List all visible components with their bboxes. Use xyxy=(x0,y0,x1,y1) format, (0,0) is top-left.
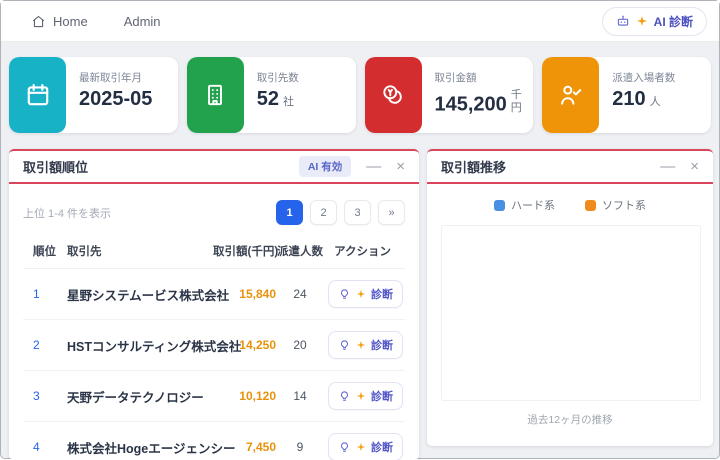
nav-home[interactable]: Home xyxy=(31,14,88,29)
sparkle-icon xyxy=(356,391,366,401)
stat-value: 52社 xyxy=(257,89,299,110)
table-row: 4 株式会社Hogeエージェンシー 7,450 9 診断 xyxy=(23,422,405,460)
diagnose-button[interactable]: 診断 xyxy=(328,331,403,359)
stat-unit: 社 xyxy=(283,96,294,109)
coins-icon xyxy=(365,57,422,133)
page-button-1[interactable]: 1 xyxy=(276,200,303,225)
stat-card-dispatched-workers: 派遣入場者数 210人 xyxy=(542,57,711,133)
rank-cell: 3 xyxy=(23,389,67,403)
amount-cell: 14,250 xyxy=(213,338,276,352)
amount-cell: 15,840 xyxy=(213,287,276,301)
stat-card-latest-month: 最新取引年月 2025-05 xyxy=(9,57,178,133)
diagnose-label: 診断 xyxy=(371,337,393,353)
legend-label: ソフト系 xyxy=(602,197,646,213)
col-action: アクション xyxy=(324,243,405,259)
sparkle-icon xyxy=(356,289,366,299)
top-navbar: Home Admin AI 診断 xyxy=(1,1,719,42)
showing-count-text: 上位 1-4 件を表示 xyxy=(23,205,111,221)
diagnose-label: 診断 xyxy=(371,388,393,404)
trend-panel-title: 取引額推移 xyxy=(441,157,506,176)
pagination: 1 2 3 » xyxy=(276,200,405,225)
rank-cell: 2 xyxy=(23,338,67,352)
sparkle-icon xyxy=(636,15,648,27)
people-cell: 14 xyxy=(276,389,324,403)
minimize-icon[interactable]: — xyxy=(660,159,675,174)
company-cell: 星野システムービス株式会社 xyxy=(67,285,213,304)
trend-chart-area xyxy=(441,225,701,401)
ai-enabled-badge: AI 有効 xyxy=(299,156,351,177)
legend-label: ハード系 xyxy=(511,197,555,213)
stat-value: 145,200千円 xyxy=(435,89,525,116)
lightbulb-icon xyxy=(338,288,351,301)
trend-panel: 取引額推移 — × ハード系 ソフト系 過去12ヶ月の推移 xyxy=(427,149,713,446)
ranking-table: 順位 取引先 取引額(千円) 派遣人数 アクション 1 星野システムービス株式会… xyxy=(23,235,405,460)
home-icon xyxy=(31,14,46,29)
company-cell: HSTコンサルティング株式会社 xyxy=(67,336,213,355)
stat-unit: 千円 xyxy=(511,89,525,114)
stat-label: 取引金額 xyxy=(435,70,525,85)
ranking-panel-header: 取引額順位 AI 有効 — × xyxy=(9,151,419,184)
col-amount: 取引額(千円) xyxy=(213,243,276,259)
ai-diagnosis-button[interactable]: AI 診断 xyxy=(602,7,707,36)
nav-home-label: Home xyxy=(53,14,88,29)
close-icon[interactable]: × xyxy=(690,159,699,174)
lightbulb-icon xyxy=(338,441,351,454)
amount-cell: 10,120 xyxy=(213,389,276,403)
robot-icon xyxy=(616,14,630,28)
sparkle-icon xyxy=(356,340,366,350)
calendar-icon xyxy=(9,57,66,133)
nav-admin[interactable]: Admin xyxy=(124,14,161,29)
rank-cell: 4 xyxy=(23,440,67,454)
legend-swatch-soft xyxy=(585,200,596,211)
col-rank: 順位 xyxy=(23,243,67,259)
legend-item-soft: ソフト系 xyxy=(585,197,646,213)
lightbulb-icon xyxy=(338,339,351,352)
sparkle-icon xyxy=(356,442,366,452)
minimize-icon[interactable]: — xyxy=(366,159,381,174)
stat-unit: 人 xyxy=(650,96,661,109)
lightbulb-icon xyxy=(338,390,351,403)
people-cell: 20 xyxy=(276,338,324,352)
building-icon xyxy=(187,57,244,133)
diagnose-button[interactable]: 診断 xyxy=(328,433,403,460)
chart-footer-text: 過去12ヶ月の推移 xyxy=(427,412,713,427)
ai-diagnosis-label: AI 診断 xyxy=(654,13,693,30)
stat-value: 2025-05 xyxy=(79,89,156,110)
stat-label: 取引先数 xyxy=(257,70,299,85)
ranking-panel: 取引額順位 AI 有効 — × 上位 1-4 件を表示 1 2 3 » 順位 取… xyxy=(9,149,419,460)
company-cell: 天野データテクノロジー xyxy=(67,387,213,406)
stat-label: 派遣入場者数 xyxy=(612,70,675,85)
trend-panel-header: 取引額推移 — × xyxy=(427,151,713,184)
page-button-next[interactable]: » xyxy=(378,200,405,225)
table-header-row: 順位 取引先 取引額(千円) 派遣人数 アクション xyxy=(23,235,405,269)
legend-item-hard: ハード系 xyxy=(494,197,555,213)
stat-cards-row: 最新取引年月 2025-05 取引先数 52社 取引金額 145,200千円 派… xyxy=(9,57,711,133)
person-check-icon xyxy=(542,57,599,133)
diagnose-button[interactable]: 診断 xyxy=(328,280,403,308)
col-people: 派遣人数 xyxy=(276,243,324,259)
stat-value: 210人 xyxy=(612,89,675,110)
nav-admin-label: Admin xyxy=(124,14,161,29)
diagnose-label: 診断 xyxy=(371,439,393,455)
ranking-panel-title: 取引額順位 xyxy=(23,157,88,176)
stat-card-transaction-amount: 取引金額 145,200千円 xyxy=(365,57,534,133)
page-button-3[interactable]: 3 xyxy=(344,200,371,225)
rank-cell: 1 xyxy=(23,287,67,301)
close-icon[interactable]: × xyxy=(396,159,405,174)
stat-card-client-count: 取引先数 52社 xyxy=(187,57,356,133)
legend-swatch-hard xyxy=(494,200,505,211)
diagnose-label: 診断 xyxy=(371,286,393,302)
diagnose-button[interactable]: 診断 xyxy=(328,382,403,410)
table-row: 3 天野データテクノロジー 10,120 14 診断 xyxy=(23,371,405,422)
stat-label: 最新取引年月 xyxy=(79,70,156,85)
table-row: 1 星野システムービス株式会社 15,840 24 診断 xyxy=(23,269,405,320)
page-button-2[interactable]: 2 xyxy=(310,200,337,225)
table-row: 2 HSTコンサルティング株式会社 14,250 20 診断 xyxy=(23,320,405,371)
people-cell: 24 xyxy=(276,287,324,301)
chart-legend: ハード系 ソフト系 xyxy=(427,197,713,213)
people-cell: 9 xyxy=(276,440,324,454)
amount-cell: 7,450 xyxy=(213,440,276,454)
col-client: 取引先 xyxy=(67,243,213,259)
company-cell: 株式会社Hogeエージェンシー xyxy=(67,438,213,457)
